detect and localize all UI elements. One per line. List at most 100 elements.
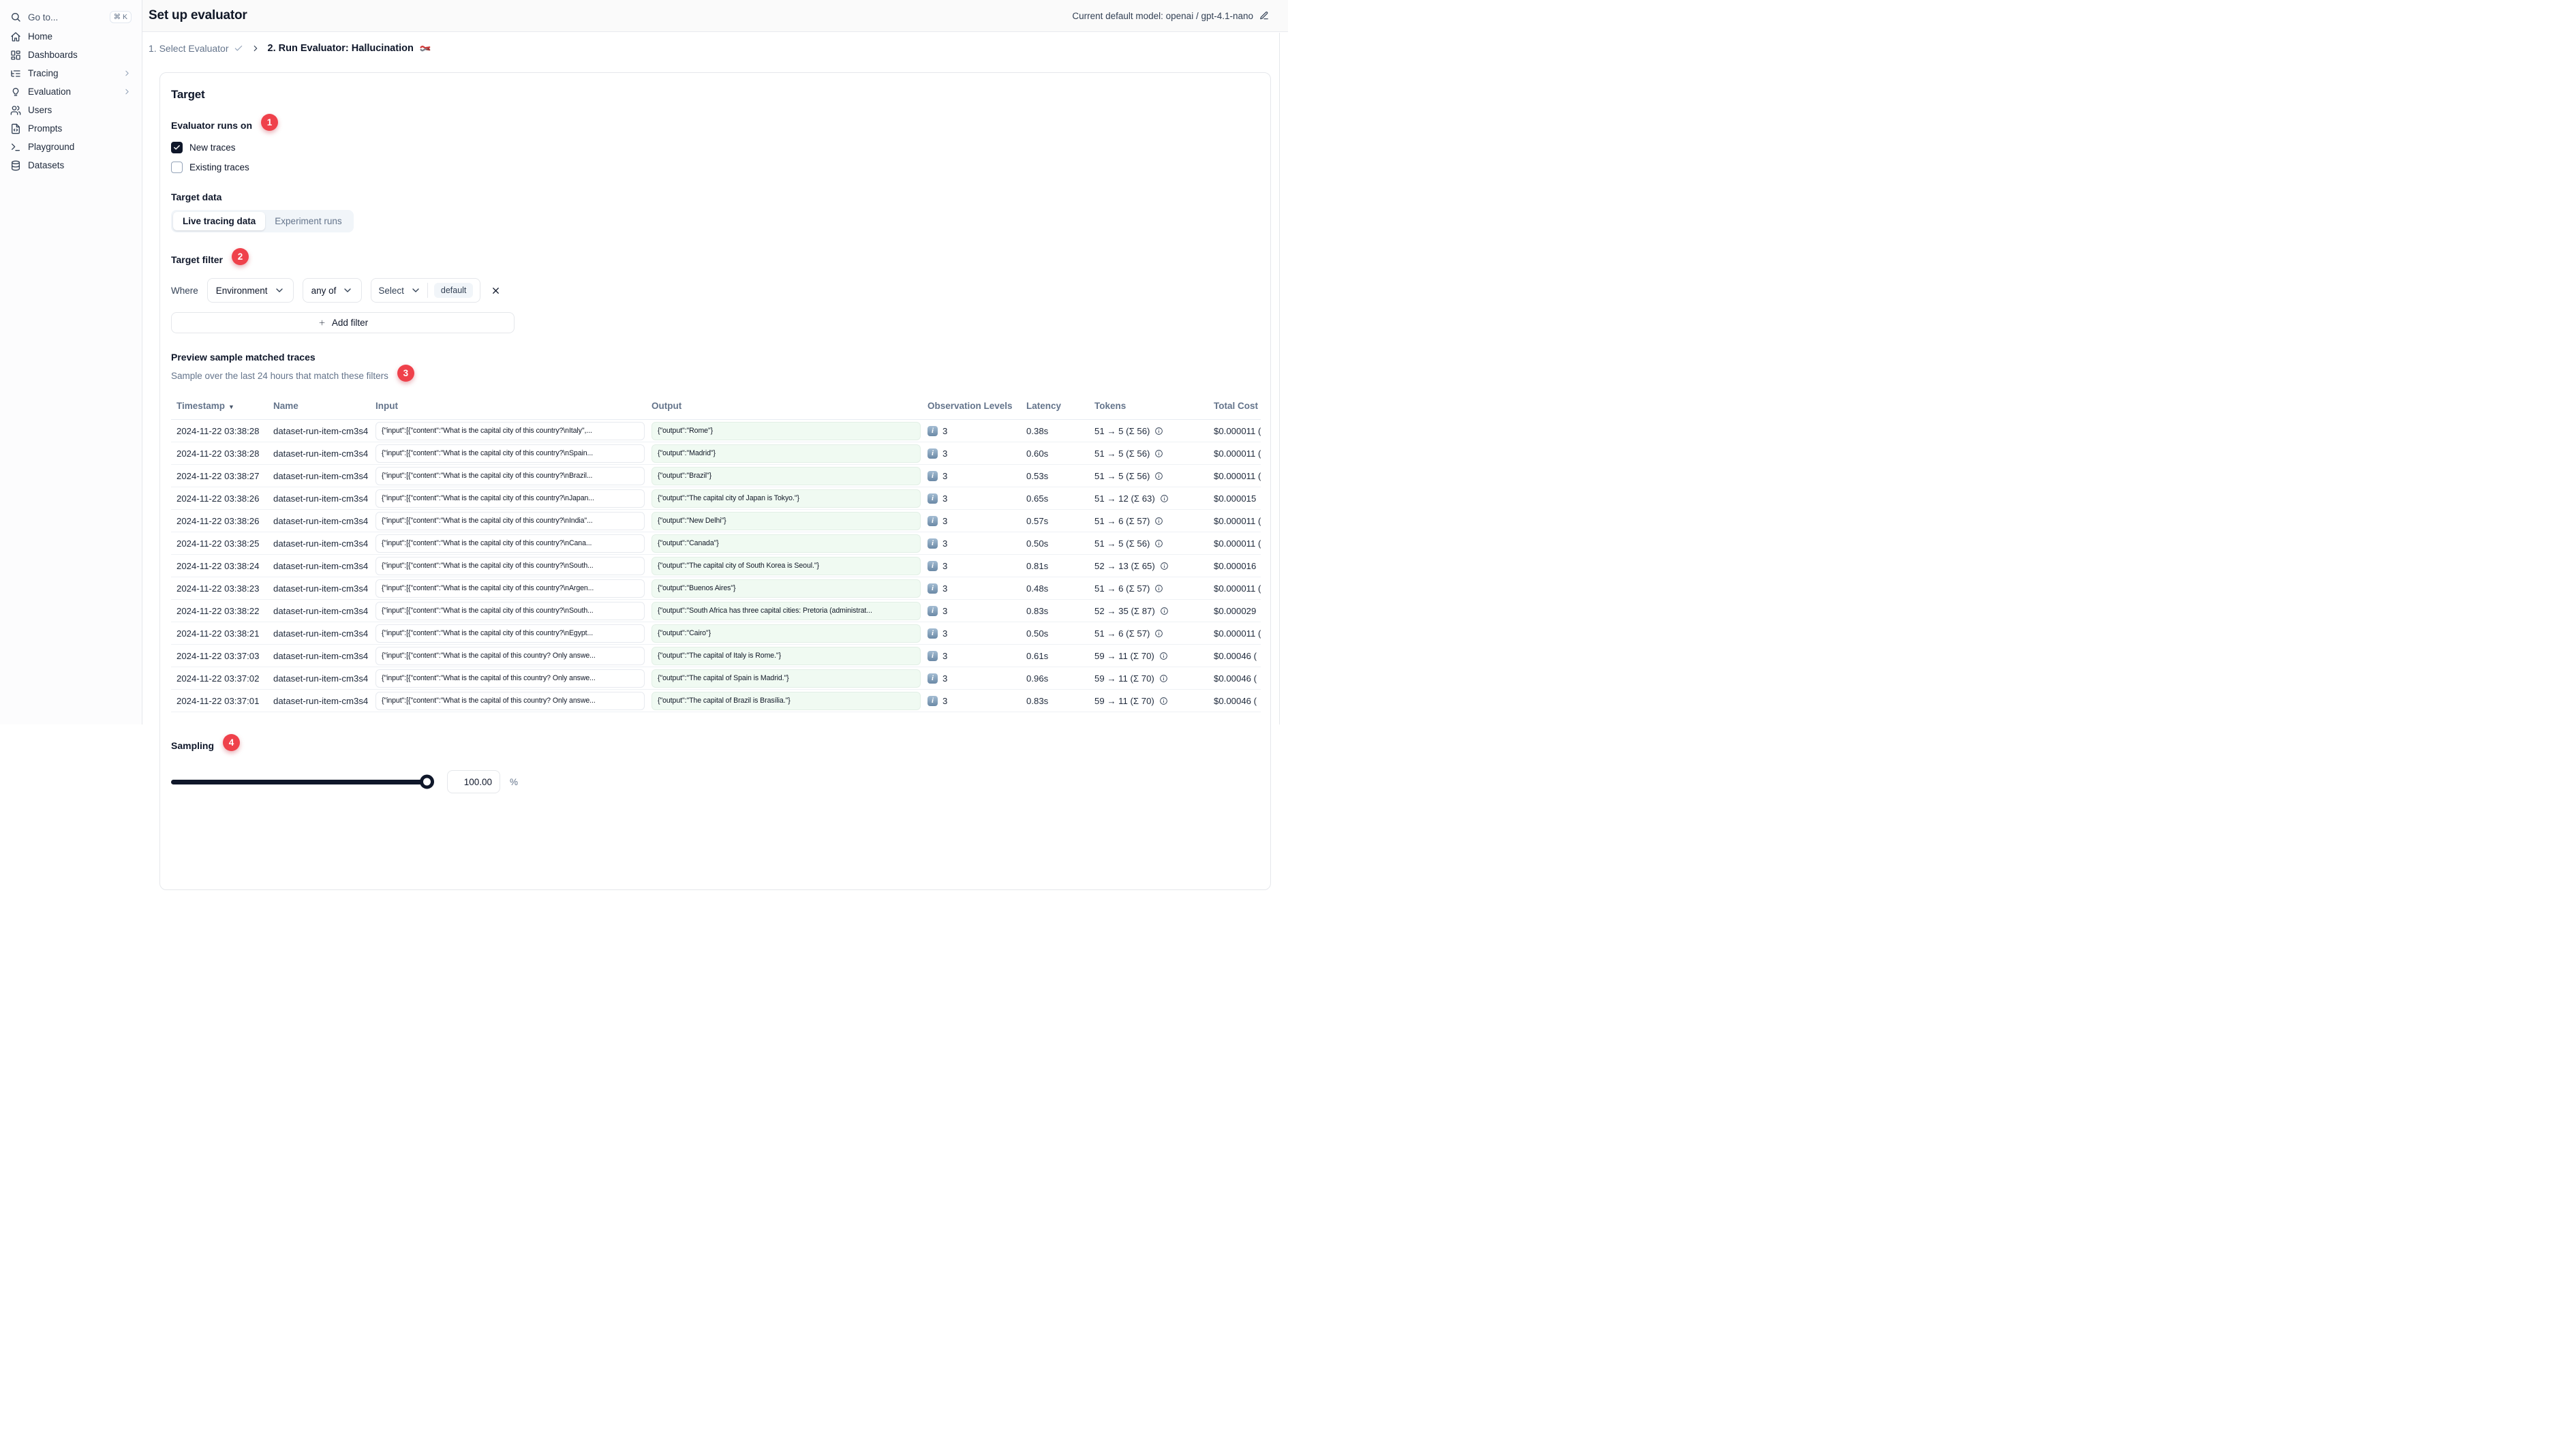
cell-output[interactable]: {"output":"Buenos Aires"}: [651, 579, 921, 598]
sampling-value-input[interactable]: 100.00: [447, 770, 500, 793]
cell-input[interactable]: {"input":[{"content":"What is the capita…: [375, 444, 645, 463]
info-emoji-icon: [927, 695, 938, 706]
table-row[interactable]: 2024-11-22 03:38:28 dataset-run-item-cm3…: [171, 420, 1261, 442]
sidebar-item-tracing[interactable]: Tracing: [6, 64, 136, 82]
cell-input[interactable]: {"input":[{"content":"What is the capita…: [375, 646, 645, 665]
target-card: Target Evaluator runs on 1 New traces Ex…: [159, 72, 1271, 890]
runs-on-label-row: Evaluator runs on 1: [171, 114, 1259, 134]
table-row[interactable]: 2024-11-22 03:38:23 dataset-run-item-cm3…: [171, 577, 1261, 600]
sampling-slider[interactable]: [171, 774, 434, 789]
filter-value-select[interactable]: Select default: [371, 278, 481, 303]
filter-operator-select[interactable]: any of: [302, 278, 363, 303]
cell-input[interactable]: {"input":[{"content":"What is the capita…: [375, 579, 645, 598]
add-filter-button[interactable]: Add filter: [171, 312, 515, 333]
cell-output[interactable]: {"output":"The capital city of South Kor…: [651, 556, 921, 575]
checkbox-icon[interactable]: [171, 162, 183, 173]
breadcrumb-step1[interactable]: 1. Select Evaluator: [149, 43, 243, 54]
info-icon[interactable]: [1154, 629, 1163, 638]
cell-timestamp: 2024-11-22 03:38:23: [177, 583, 260, 594]
cell-name: dataset-run-item-cm3s4: [273, 628, 369, 639]
cell-input[interactable]: {"input":[{"content":"What is the capita…: [375, 691, 645, 710]
tab-experiment-runs[interactable]: Experiment runs: [265, 212, 351, 230]
info-icon[interactable]: [1159, 652, 1168, 660]
filter-value-placeholder: Select: [378, 285, 404, 296]
column-header-input[interactable]: Input: [375, 401, 651, 411]
remove-filter-button[interactable]: [491, 286, 501, 296]
cell-input[interactable]: {"input":[{"content":"What is the capita…: [375, 556, 645, 575]
cell-input[interactable]: {"input":[{"content":"What is the capita…: [375, 669, 645, 688]
table-row[interactable]: 2024-11-22 03:37:03 dataset-run-item-cm3…: [171, 645, 1261, 667]
table-row[interactable]: 2024-11-22 03:38:27 dataset-run-item-cm3…: [171, 465, 1261, 487]
scrollbar[interactable]: [1279, 33, 1288, 724]
cell-output[interactable]: {"output":"The capital city of Japan is …: [651, 489, 921, 508]
info-emoji-icon: [927, 470, 938, 481]
info-icon[interactable]: [1154, 539, 1163, 548]
sidebar-item-users[interactable]: Users: [6, 101, 136, 119]
info-icon[interactable]: [1154, 584, 1163, 593]
table-row[interactable]: 2024-11-22 03:38:22 dataset-run-item-cm3…: [171, 600, 1261, 622]
cell-output[interactable]: {"output":"The capital of Brazil is Bras…: [651, 691, 921, 710]
column-header-output[interactable]: Output: [651, 401, 927, 411]
info-icon[interactable]: [1154, 517, 1163, 525]
cell-output[interactable]: {"output":"Canada"}: [651, 534, 921, 553]
cell-output[interactable]: {"output":"Rome"}: [651, 421, 921, 440]
column-header-timestamp[interactable]: Timestamp ▼: [171, 401, 273, 411]
cell-output[interactable]: {"output":"Madrid"}: [651, 444, 921, 463]
checkbox-label: New traces: [189, 142, 236, 153]
slider-handle[interactable]: [420, 774, 434, 789]
cell-output[interactable]: {"output":"The capital of Spain is Madri…: [651, 669, 921, 688]
column-header-latency[interactable]: Latency: [1026, 401, 1094, 411]
table-row[interactable]: 2024-11-22 03:38:21 dataset-run-item-cm3…: [171, 622, 1261, 645]
column-header-name[interactable]: Name: [273, 401, 375, 411]
tab-live-tracing-data[interactable]: Live tracing data: [173, 212, 266, 230]
info-icon[interactable]: [1154, 472, 1163, 481]
sidebar-item-datasets[interactable]: Datasets: [6, 156, 136, 174]
filter-row: Where Environment any of Select default: [171, 278, 1259, 303]
info-icon[interactable]: [1160, 494, 1169, 503]
cell-cost: $0.000011 (: [1214, 448, 1261, 459]
sidebar-item-playground[interactable]: Playground: [6, 138, 136, 156]
info-icon[interactable]: [1160, 607, 1169, 615]
cell-input[interactable]: {"input":[{"content":"What is the capita…: [375, 421, 645, 440]
table-row[interactable]: 2024-11-22 03:38:25 dataset-run-item-cm3…: [171, 532, 1261, 555]
sidebar-item-prompts[interactable]: Prompts: [6, 119, 136, 138]
info-icon[interactable]: [1154, 427, 1163, 436]
info-icon[interactable]: [1159, 674, 1168, 683]
cell-input[interactable]: {"input":[{"content":"What is the capita…: [375, 601, 645, 620]
sidebar-item-dashboards[interactable]: Dashboards: [6, 46, 136, 64]
cell-input[interactable]: {"input":[{"content":"What is the capita…: [375, 511, 645, 530]
cell-output[interactable]: {"output":"New Delhi"}: [651, 511, 921, 530]
column-header-tokens[interactable]: Tokens: [1094, 401, 1214, 411]
checkbox-icon[interactable]: [171, 142, 183, 153]
table-row[interactable]: 2024-11-22 03:37:02 dataset-run-item-cm3…: [171, 667, 1261, 690]
table-row[interactable]: 2024-11-22 03:38:26 dataset-run-item-cm3…: [171, 510, 1261, 532]
sidebar-item-home[interactable]: Home: [6, 27, 136, 46]
table-row[interactable]: 2024-11-22 03:38:26 dataset-run-item-cm3…: [171, 487, 1261, 510]
cell-output[interactable]: {"output":"The capital of Italy is Rome.…: [651, 646, 921, 665]
info-icon[interactable]: [1154, 449, 1163, 458]
cell-output[interactable]: {"output":"Brazil"}: [651, 466, 921, 485]
column-header-observation-levels[interactable]: Observation Levels: [927, 401, 1026, 411]
column-header-total-cost[interactable]: Total Cost: [1214, 401, 1261, 411]
cell-input[interactable]: {"input":[{"content":"What is the capita…: [375, 466, 645, 485]
filter-column-select[interactable]: Environment: [206, 278, 294, 303]
cell-latency: 0.50s: [1026, 628, 1049, 639]
cell-input[interactable]: {"input":[{"content":"What is the capita…: [375, 534, 645, 553]
cell-input[interactable]: {"input":[{"content":"What is the capita…: [375, 489, 645, 508]
pencil-icon[interactable]: [1259, 11, 1269, 20]
table-row[interactable]: 2024-11-22 03:38:24 dataset-run-item-cm3…: [171, 555, 1261, 577]
cell-input[interactable]: {"input":[{"content":"What is the capita…: [375, 624, 645, 643]
table-row[interactable]: 2024-11-22 03:37:01 dataset-run-item-cm3…: [171, 690, 1261, 712]
goto-button[interactable]: Go to... ⌘ K: [6, 7, 136, 27]
sidebar-item-evaluation[interactable]: Evaluation: [6, 82, 136, 101]
checkbox-new-traces[interactable]: New traces: [171, 142, 1259, 153]
cell-output[interactable]: {"output":"Cairo"}: [651, 624, 921, 643]
cell-output[interactable]: {"output":"South Africa has three capita…: [651, 601, 921, 620]
default-model[interactable]: Current default model: openai / gpt-4.1-…: [1072, 11, 1269, 21]
filter-value-chip[interactable]: default: [433, 283, 474, 298]
info-icon[interactable]: [1159, 697, 1168, 705]
table-row[interactable]: 2024-11-22 03:38:28 dataset-run-item-cm3…: [171, 442, 1261, 465]
check-icon: [234, 44, 243, 53]
checkbox-existing-traces[interactable]: Existing traces: [171, 162, 1259, 173]
info-icon[interactable]: [1160, 562, 1169, 570]
